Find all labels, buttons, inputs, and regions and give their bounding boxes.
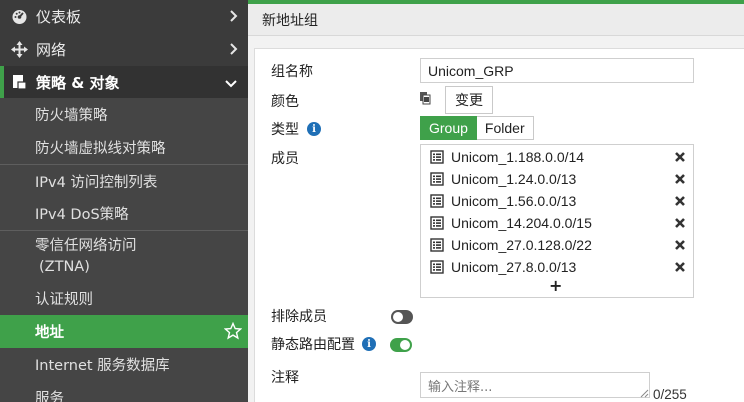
sidebar: 仪表板 网络 策略 & 对象 防火墙策略 防火墙虚拟线对策略 IPv4 访问控制… (0, 0, 248, 402)
member-name: Unicom_27.8.0.0/13 (451, 259, 577, 275)
page-title: 新地址组 (262, 12, 318, 29)
sidebar-item-label: IPv4 访问控制列表 (35, 174, 158, 191)
info-icon[interactable]: i (362, 337, 376, 351)
sidebar-item-services[interactable]: 服务 (0, 381, 248, 402)
member-name: Unicom_1.188.0.0/14 (451, 149, 585, 165)
exclude-members-toggle[interactable] (391, 310, 413, 324)
comment-char-counter: 0/255 (653, 387, 687, 402)
address-object-icon (430, 194, 444, 208)
members-label: 成员 (271, 151, 299, 167)
comment-label: 注释 (271, 370, 299, 386)
add-member-button[interactable]: + (549, 276, 562, 295)
type-segmented-control: Group Folder (420, 116, 534, 140)
form-area: 组名称 Unicom_GRP 颜色 变更 类型 i Group Folder 成… (248, 36, 744, 402)
member-name: Unicom_27.0.128.0/22 (451, 237, 592, 253)
sidebar-item-label-line2: (ZTNA) (39, 258, 90, 275)
member-row[interactable]: Unicom_27.8.0.0/13 (421, 256, 693, 278)
address-object-icon (430, 238, 444, 252)
comment-textarea[interactable]: 输入注释... (420, 372, 650, 398)
member-name: Unicom_1.56.0.0/13 (451, 193, 577, 209)
page-header: 新地址组 (248, 4, 744, 36)
member-row[interactable]: Unicom_27.0.128.0/22 (421, 234, 693, 256)
sidebar-item-label: 认证规则 (35, 292, 93, 308)
dashboard-icon (10, 8, 28, 26)
member-row[interactable]: Unicom_14.204.0.0/15 (421, 212, 693, 234)
static-route-toggle[interactable] (390, 338, 412, 352)
type-option-folder[interactable]: Folder (476, 116, 534, 140)
remove-member-icon[interactable] (673, 194, 687, 208)
remove-member-icon[interactable] (673, 216, 687, 230)
sidebar-item-network[interactable]: 网络 (0, 33, 248, 66)
member-row[interactable]: Unicom_1.188.0.0/14 (421, 146, 693, 168)
toggle-knob (400, 340, 410, 350)
color-label: 颜色 (271, 94, 299, 110)
form-panel: 组名称 Unicom_GRP 颜色 变更 类型 i Group Folder 成… (254, 48, 744, 402)
toggle-knob (393, 312, 403, 322)
member-name: Unicom_1.24.0.0/13 (451, 171, 577, 187)
chevron-right-icon (229, 42, 238, 60)
sidebar-item-label: Internet 服务数据库 (35, 358, 170, 374)
address-object-icon (430, 216, 444, 230)
resize-handle-icon[interactable] (639, 386, 649, 402)
member-row[interactable]: Unicom_1.56.0.0/13 (421, 190, 693, 212)
remove-member-icon[interactable] (673, 238, 687, 252)
sidebar-category-policy-objects[interactable]: 策略 & 对象 (0, 66, 248, 98)
member-row[interactable]: Unicom_1.24.0.0/13 (421, 168, 693, 190)
static-route-label: 静态路由配置 i (271, 334, 376, 354)
sidebar-item-label: 防火墙虚拟线对策略 (35, 141, 166, 157)
chevron-right-icon (229, 9, 238, 27)
exclude-members-label: 排除成员 (271, 309, 327, 325)
chevron-down-icon (224, 74, 238, 92)
policy-document-icon (10, 73, 28, 91)
sidebar-item-label: 零信任网络访问 (35, 237, 137, 254)
sidebar-category-label: 策略 & 对象 (36, 73, 120, 92)
group-name-label: 组名称 (271, 64, 313, 80)
sidebar-item-firewall-policy[interactable]: 防火墙策略 (0, 98, 248, 131)
sidebar-item-label: 地址 (35, 325, 64, 341)
static-route-label-text: 静态路由配置 (271, 337, 355, 353)
change-color-button[interactable]: 变更 (445, 86, 493, 114)
sidebar-item-ipv4-dos[interactable]: IPv4 DoS策略 (0, 197, 248, 230)
star-favorite-icon[interactable] (223, 321, 243, 344)
sidebar-item-label: 服务 (35, 391, 64, 402)
address-object-icon (430, 150, 444, 164)
sidebar-item-addresses[interactable]: 地址 (0, 315, 248, 348)
group-name-input[interactable]: Unicom_GRP (420, 58, 694, 83)
sidebar-item-internet-service-db[interactable]: Internet 服务数据库 (0, 348, 248, 381)
network-arrows-icon (10, 41, 28, 59)
sidebar-item-virtual-wire-policy[interactable]: 防火墙虚拟线对策略 (0, 131, 248, 164)
sidebar-item-label: IPv4 DoS策略 (35, 207, 129, 223)
sidebar-item-auth-rules[interactable]: 认证规则 (0, 282, 248, 315)
member-name: Unicom_14.204.0.0/15 (451, 215, 592, 231)
sidebar-item-dashboard[interactable]: 仪表板 (0, 0, 248, 33)
address-object-icon (430, 260, 444, 274)
sidebar-item-ipv4-acl[interactable]: IPv4 访问控制列表 (0, 164, 248, 197)
main-content: 新地址组 组名称 Unicom_GRP 颜色 变更 类型 i Group Fol… (248, 0, 744, 402)
address-object-icon (430, 172, 444, 186)
sidebar-item-label: 网络 (36, 41, 67, 59)
sidebar-item-label: 仪表板 (36, 8, 82, 26)
color-swatch-icon[interactable] (419, 91, 433, 111)
sidebar-item-label: 防火墙策略 (35, 108, 108, 124)
info-icon[interactable]: i (307, 122, 321, 136)
type-label: 类型 i (271, 119, 321, 139)
remove-member-icon[interactable] (673, 172, 687, 186)
type-option-group[interactable]: Group (420, 116, 477, 140)
remove-member-icon[interactable] (673, 150, 687, 164)
type-label-text: 类型 (271, 122, 299, 138)
sidebar-item-ztna[interactable]: 零信任网络访问 (ZTNA) (0, 230, 248, 282)
remove-member-icon[interactable] (673, 260, 687, 274)
members-list: Unicom_1.188.0.0/14 Unicom_1.24.0.0/13 Uni… (420, 144, 694, 298)
